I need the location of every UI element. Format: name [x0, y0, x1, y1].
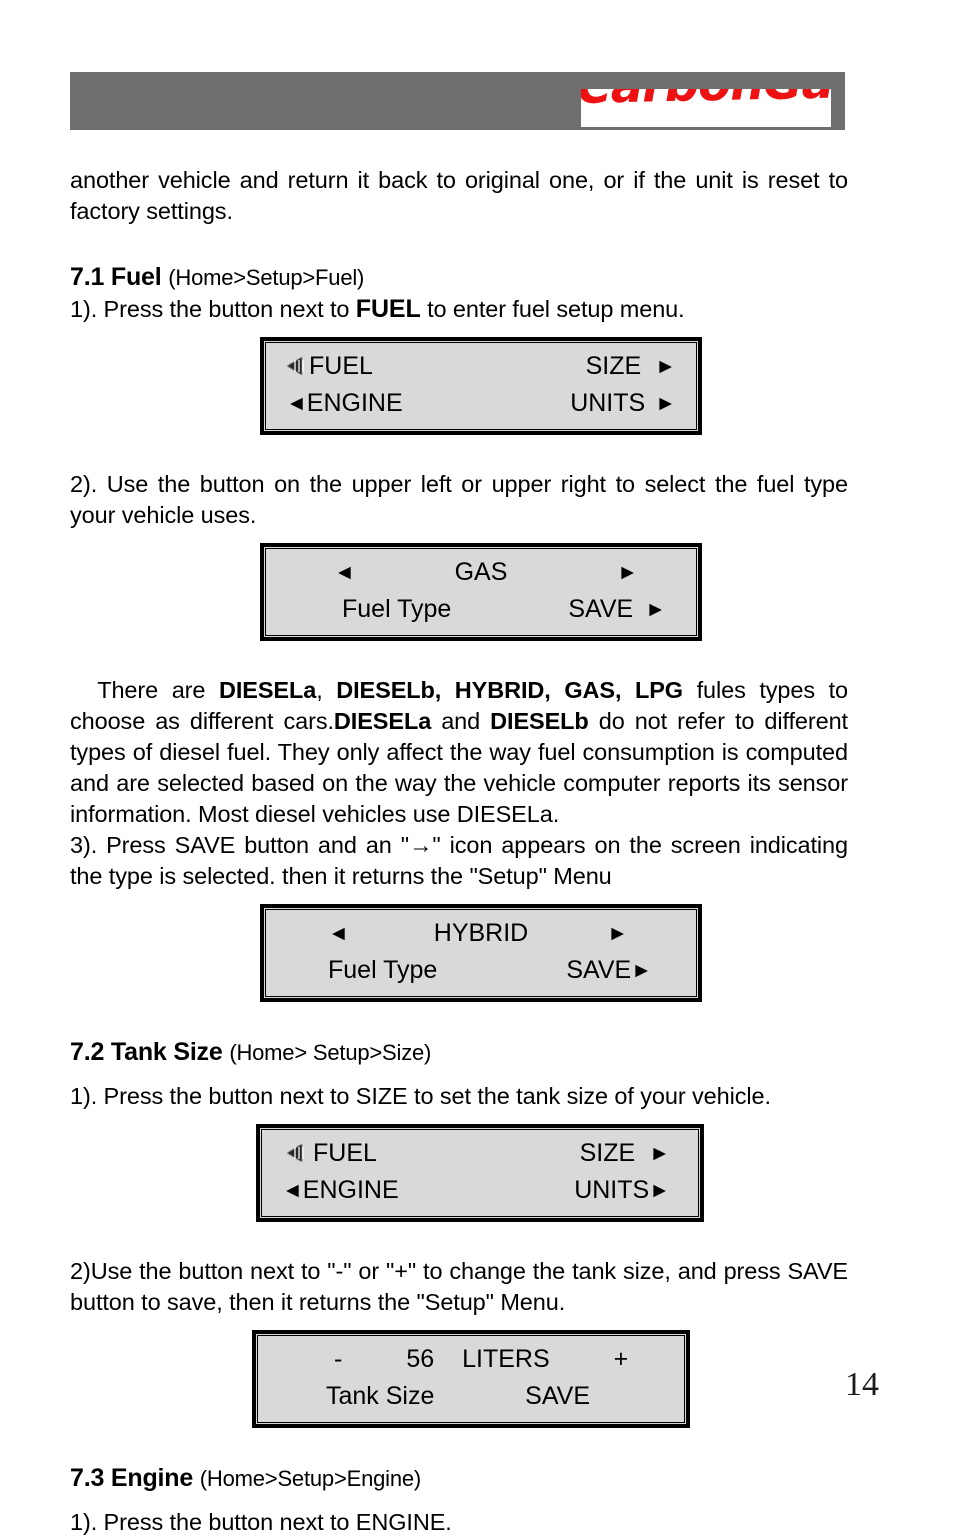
lcd-save-button[interactable]: SAVE ►: [568, 595, 666, 624]
tank-size-value: 56: [406, 1345, 435, 1373]
left-arrow-icon: ◄: [286, 392, 307, 415]
lcd-label-fuel-type: Fuel Type: [328, 956, 438, 984]
lcd-row-top: ◄ HYBRID ►: [286, 915, 676, 952]
brand-logo: CarbonGauge: [581, 89, 831, 127]
lcd-row-bottom: Tank Size SAVE: [278, 1378, 664, 1415]
lcd-row-bottom: Fuel Type SAVE ►: [286, 952, 676, 989]
fuel-step-2: 2). Use the button on the upper left or …: [70, 471, 848, 528]
tank-size-unit: LITERS: [462, 1345, 550, 1373]
right-arrow-icon: ►: [649, 1179, 670, 1202]
fuel-step-1: 1). Press the button next to FUEL to ent…: [70, 294, 848, 325]
fuel-types-paragraph: There are DIESELa, DIESELb, HYBRID, GAS,…: [70, 675, 848, 830]
engine-step-1: 1). Press the button next to ENGINE.: [70, 1509, 452, 1535]
lcd-menu-item-engine[interactable]: ◄ ENGINE: [286, 389, 403, 418]
types-bold-list: DIESELb, HYBRID, GAS, LPG: [336, 677, 683, 703]
lcd-menu-item-units[interactable]: UNITS ►: [574, 1176, 670, 1205]
right-arrow-icon: ►: [631, 959, 652, 982]
lcd-panel-setup-menu-2: FUEL SIZE ► ◄ ENGINE UNITS ►: [256, 1124, 704, 1222]
lcd-label-size: SIZE: [579, 1139, 636, 1167]
lcd-label-fuel-type: Fuel Type: [342, 595, 452, 623]
section-heading-engine: 7.3 Engine (Home>Setup>Engine): [70, 1462, 848, 1495]
lcd-row-top: FUEL SIZE ►: [282, 1135, 678, 1172]
next-fuel-type-arrow-icon[interactable]: ►: [607, 923, 628, 944]
lcd-label-save: SAVE: [568, 595, 634, 623]
lcd-row-bottom: ◄ ENGINE UNITS ►: [286, 385, 676, 422]
document-body: another vehicle and return it back to or…: [70, 165, 848, 1538]
prev-fuel-type-arrow-icon[interactable]: ◄: [328, 923, 349, 944]
lcd-save-button[interactable]: SAVE ►: [566, 956, 652, 985]
lcd-panel-tank-size: - 56 LITERS + Tank Size SAVE: [252, 1330, 690, 1428]
lcd-menu-item-size[interactable]: SIZE ►: [586, 352, 676, 381]
fuel-step-1-bold: FUEL: [355, 295, 421, 323]
tank-size-step-2: 2)Use the button next to "-" or "+" to c…: [70, 1258, 848, 1315]
lcd-label-size: SIZE: [585, 352, 642, 380]
lcd-label-engine: ENGINE: [302, 1176, 399, 1204]
lcd-label-fuel: FUEL: [313, 1139, 377, 1167]
lcd-row-top: FUEL SIZE ►: [286, 348, 676, 385]
increase-tank-size-button[interactable]: +: [614, 1345, 629, 1374]
lcd-menu-item-units[interactable]: UNITS ►: [570, 389, 676, 418]
section-path-tank-size: (Home> Setup>Size): [229, 1040, 432, 1065]
section-number-fuel: 7.1 Fuel: [70, 263, 162, 291]
types-bold-diesela-2: DIESELa: [333, 708, 432, 734]
decrease-tank-size-button[interactable]: -: [334, 1345, 342, 1374]
right-arrow-icon: ►: [645, 598, 666, 621]
left-arrow-icon: ◄: [282, 1179, 303, 1202]
section-path-engine: (Home>Setup>Engine): [199, 1466, 422, 1491]
lcd-label-engine: ENGINE: [306, 389, 403, 417]
types-text-3: and: [431, 708, 491, 734]
lcd-panel-setup-menu: FUEL SIZE ► ◄ ENGINE UNITS ►: [260, 337, 702, 435]
lcd-label-fuel: FUEL: [309, 352, 373, 380]
section-heading-fuel: 7.1 Fuel (Home>Setup>Fuel): [70, 261, 848, 294]
lcd-save-button[interactable]: SAVE: [525, 1382, 590, 1411]
lcd-menu-item-engine[interactable]: ◄ ENGINE: [282, 1176, 399, 1205]
brand-logo-text: CarbonGauge: [581, 89, 831, 115]
section-path-fuel: (Home>Setup>Fuel): [168, 265, 365, 290]
section-number-tank-size: 7.2 Tank Size: [70, 1038, 223, 1066]
right-arrow-icon: ►: [649, 1142, 670, 1165]
lcd-menu-item-size[interactable]: SIZE ►: [580, 1139, 670, 1168]
page-header-bar: CarbonGauge: [70, 72, 845, 130]
right-arrow-icon: ►: [655, 392, 676, 415]
section-number-engine: 7.3 Engine: [70, 1464, 194, 1492]
lcd-row-bottom: Fuel Type SAVE ►: [286, 591, 676, 628]
lcd-panel-fuel-type-gas: ◄ GAS ► Fuel Type SAVE ►: [260, 543, 702, 641]
prev-fuel-type-arrow-icon[interactable]: ◄: [334, 562, 355, 583]
tank-size-step-1: 1). Press the button next to SIZE to set…: [70, 1083, 771, 1109]
fuel-step-1-pre: 1). Press the button next to: [70, 296, 356, 322]
right-arrow-icon: ►: [655, 355, 676, 378]
lcd-panel-fuel-type-hybrid: ◄ HYBRID ► Fuel Type SAVE ►: [260, 904, 702, 1002]
lcd-label-save: SAVE: [566, 956, 632, 984]
next-fuel-type-arrow-icon[interactable]: ►: [617, 562, 638, 583]
types-bold-diesela: DIESELa: [218, 677, 317, 703]
lcd-label-units: UNITS: [570, 389, 646, 417]
lcd-row-bottom: ◄ ENGINE UNITS ►: [282, 1172, 678, 1209]
page-number: 14: [845, 1366, 879, 1403]
intro-paragraph: another vehicle and return it back to or…: [70, 167, 848, 224]
fuel-step-1-post: to enter fuel setup menu.: [420, 296, 685, 322]
types-comma: ,: [316, 677, 337, 703]
lcd-label-tank-size: Tank Size: [326, 1382, 435, 1410]
selection-cursor-icon: [286, 1143, 308, 1164]
lcd-label-units: UNITS: [574, 1176, 650, 1204]
lcd-menu-item-fuel[interactable]: FUEL: [286, 1139, 377, 1168]
types-bold-dieselb: DIESELb: [490, 708, 589, 734]
lcd-menu-item-fuel[interactable]: FUEL: [286, 352, 373, 381]
selection-cursor-icon: [286, 356, 308, 377]
types-text-1: There are: [97, 677, 219, 703]
lcd-row-top: ◄ GAS ►: [286, 554, 676, 591]
section-heading-tank-size: 7.2 Tank Size (Home> Setup>Size): [70, 1036, 848, 1069]
lcd-row-top: - 56 LITERS +: [278, 1341, 664, 1378]
fuel-step-3: 3). Press SAVE button and an "→" icon ap…: [70, 832, 848, 889]
